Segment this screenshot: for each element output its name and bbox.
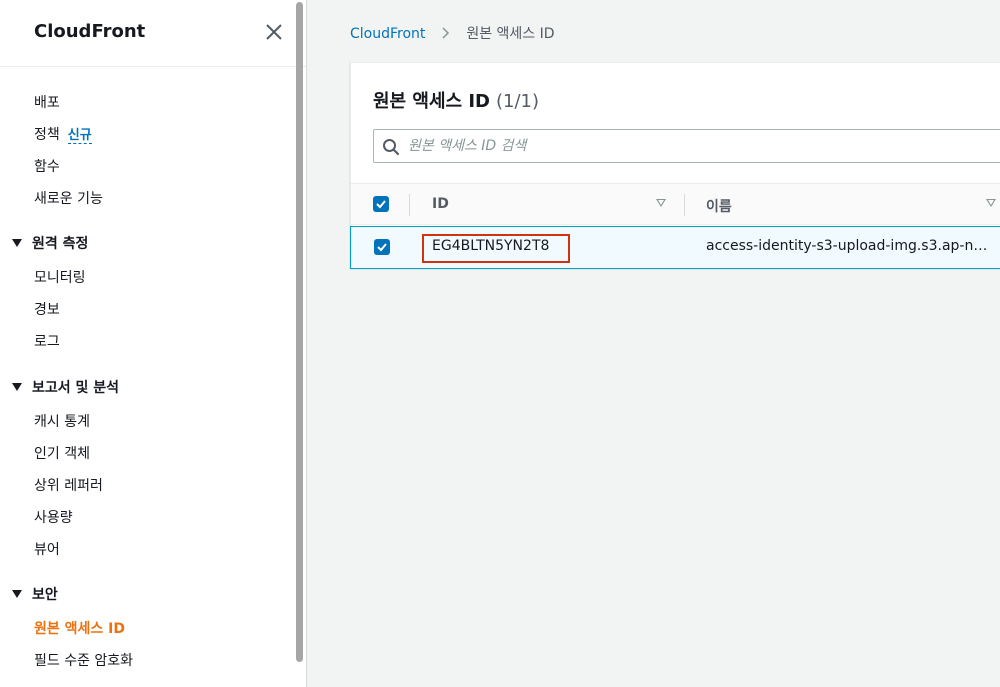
sidebar-section-label: 보안 — [32, 587, 58, 603]
sidebar-section-security[interactable]: 보안 — [12, 584, 58, 604]
origin-access-id-panel: 원본 액세스 ID(1/1) ID 이름 EG4BLTN5YN2T8 acces… — [350, 62, 1000, 269]
sidebar-item-label: 필드 수준 암호화 — [34, 653, 134, 669]
sidebar-item-functions[interactable]: 함수 — [34, 156, 60, 176]
column-header-id[interactable]: ID — [432, 196, 449, 212]
sidebar-item-label: 새로운 기능 — [34, 191, 103, 207]
column-header-name[interactable]: 이름 — [706, 196, 732, 216]
caret-down-icon — [12, 383, 22, 391]
sort-icon[interactable] — [656, 199, 666, 207]
column-divider — [684, 194, 685, 216]
sidebar-item-origin-access-id[interactable]: 원본 액세스 ID — [34, 618, 125, 638]
select-all-checkbox[interactable] — [373, 196, 389, 212]
sidebar-item-top-referrers[interactable]: 상위 레퍼러 — [34, 475, 103, 495]
sidebar-item-label: 경보 — [34, 302, 60, 318]
sidebar-section-label: 보고서 및 분석 — [32, 380, 120, 396]
panel-title: 원본 액세스 ID (1/1) — [373, 87, 539, 113]
row-checkbox[interactable] — [374, 239, 390, 255]
panel-title-text: 원본 액세스 ID — [373, 91, 490, 112]
sidebar-item-label: 배포 — [34, 95, 60, 111]
sidebar-section-reports[interactable]: 보고서 및 분석 — [12, 377, 119, 397]
sidebar-item-logs[interactable]: 로그 — [34, 331, 60, 351]
sidebar-item-usage[interactable]: 사용량 — [34, 507, 73, 527]
sidebar-item-cache-stats[interactable]: 캐시 통계 — [34, 411, 90, 431]
sidebar-section-telemetry[interactable]: 원격 측정 — [12, 233, 88, 253]
breadcrumb-current: 원본 액세스 ID — [466, 26, 555, 42]
sidebar-item-label: 정책 — [34, 127, 60, 143]
sidebar-item-alarms[interactable]: 경보 — [34, 299, 60, 319]
sidebar-item-label: 함수 — [34, 159, 60, 175]
column-divider — [409, 194, 410, 216]
sidebar-scrollbar[interactable] — [296, 2, 303, 662]
sidebar-item-field-level-encryption[interactable]: 필드 수준 암호화 — [34, 650, 133, 670]
sidebar-item-label: 캐시 통계 — [34, 414, 90, 430]
breadcrumb-root-link[interactable]: CloudFront — [350, 26, 425, 42]
sidebar-item-policies[interactable]: 정책 신규 — [34, 124, 92, 144]
sidebar-item-label: 뷰어 — [34, 542, 60, 558]
sidebar-item-label: 상위 레퍼러 — [34, 478, 103, 494]
sidebar-section-label: 원격 측정 — [32, 236, 89, 252]
search-icon — [382, 138, 400, 156]
sidebar-item-monitoring[interactable]: 모니터링 — [34, 267, 86, 287]
caret-down-icon — [12, 239, 22, 247]
cell-name: access-identity-s3-upload-img.s3.ap-n… — [706, 238, 988, 254]
new-badge: 신규 — [67, 128, 92, 144]
sidebar-item-viewers[interactable]: 뷰어 — [34, 539, 60, 559]
table-row[interactable]: EG4BLTN5YN2T8 access-identity-s3-upload-… — [350, 226, 1000, 269]
sidebar-title: CloudFront — [34, 21, 146, 42]
breadcrumb: CloudFront 원본 액세스 ID — [350, 23, 555, 43]
sidebar-item-label: 사용량 — [34, 510, 73, 526]
caret-down-icon — [12, 590, 22, 598]
sidebar-item-label: 인기 객체 — [34, 446, 90, 462]
sidebar-item-label: 모니터링 — [34, 270, 86, 286]
panel-count: (1/1) — [495, 91, 539, 112]
sidebar-item-label: 로그 — [34, 334, 60, 350]
sidebar-item-label: 원본 액세스 ID — [34, 621, 125, 637]
sidebar-item-distributions[interactable]: 배포 — [34, 92, 60, 112]
cell-id: EG4BLTN5YN2T8 — [432, 238, 550, 254]
table-header: ID 이름 — [351, 183, 1000, 225]
sidebar-header: CloudFront — [0, 0, 306, 67]
chevron-right-icon — [442, 26, 450, 42]
sort-icon[interactable] — [986, 199, 996, 207]
search-input[interactable] — [408, 134, 1000, 158]
close-icon[interactable] — [264, 22, 284, 42]
sidebar: CloudFront 배포 정책 신규 함수 새로운 기능 원격 측정 모니터링 … — [0, 0, 307, 687]
search-box — [373, 129, 1000, 163]
sidebar-item-popular-objects[interactable]: 인기 객체 — [34, 443, 90, 463]
sidebar-item-whats-new[interactable]: 새로운 기능 — [34, 188, 103, 208]
